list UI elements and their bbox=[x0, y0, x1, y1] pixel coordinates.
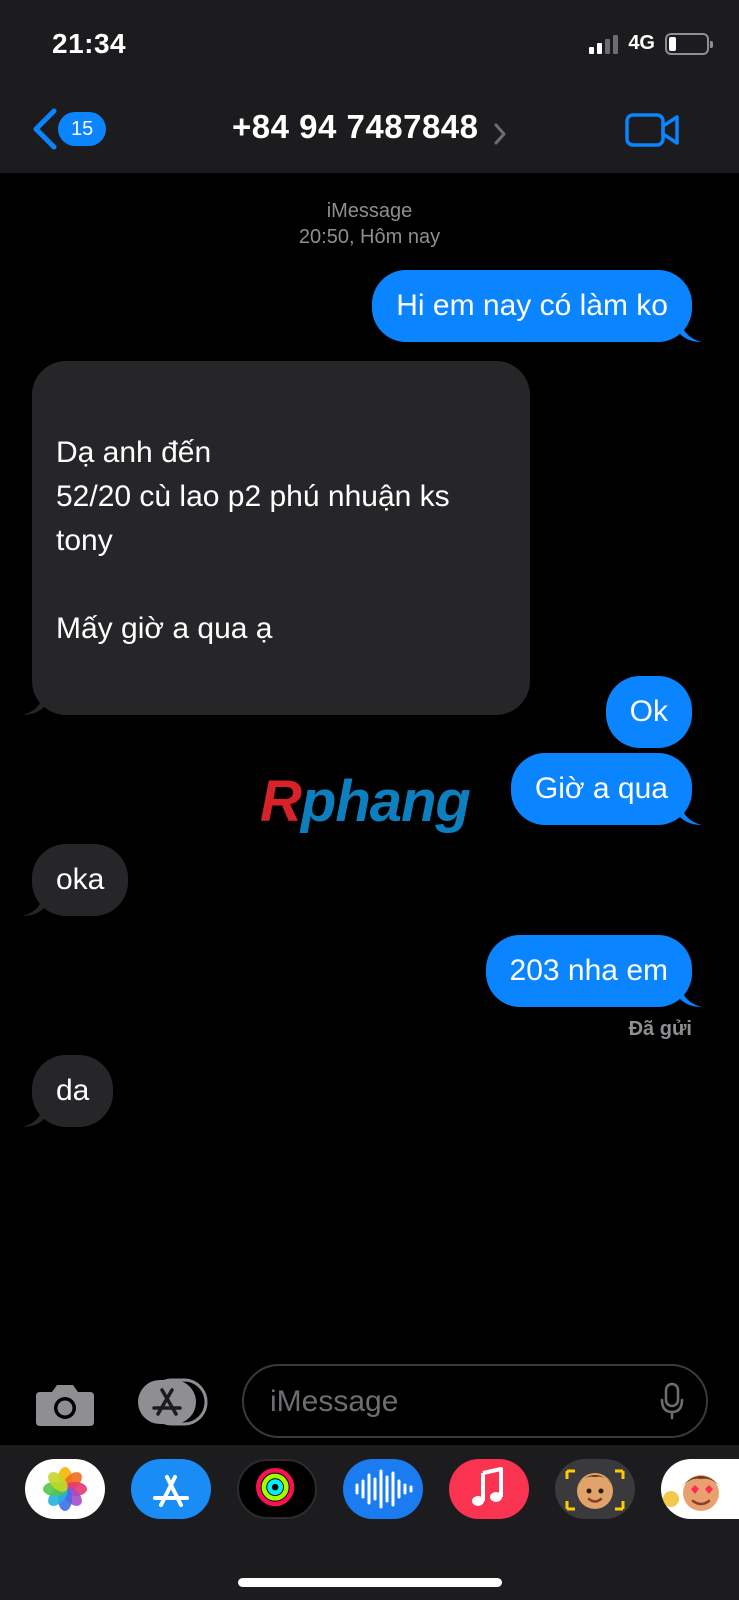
animoji-face-icon bbox=[663, 1475, 721, 1511]
watermark-part-2: phang bbox=[300, 769, 471, 834]
bubble-tail bbox=[680, 985, 702, 1007]
watermark-part-1: R bbox=[260, 769, 302, 834]
home-indicator[interactable] bbox=[238, 1578, 502, 1587]
signal-icon bbox=[589, 34, 619, 54]
activity-rings-icon bbox=[256, 1468, 295, 1507]
delivery-status: Đã gửi bbox=[628, 1018, 692, 1040]
microphone-icon[interactable] bbox=[660, 1382, 684, 1420]
outgoing-message[interactable]: Ok bbox=[605, 676, 692, 748]
message-text: Dạ anh đến 52/20 cù lao p2 phú nhuận ks … bbox=[56, 436, 450, 645]
contact-name: +84 94 7487848 bbox=[232, 108, 479, 145]
outgoing-message[interactable]: 203 nha em bbox=[485, 935, 702, 1007]
app-store-app-icon[interactable] bbox=[131, 1459, 211, 1519]
bubble-tail bbox=[22, 1105, 44, 1127]
music-app-icon[interactable] bbox=[449, 1459, 529, 1519]
bubble-tail bbox=[22, 693, 44, 715]
incoming-message[interactable]: oka bbox=[22, 844, 129, 916]
memoji-face-icon bbox=[565, 1469, 625, 1511]
message-text: Ok bbox=[629, 695, 668, 728]
bubble-tail bbox=[680, 320, 702, 342]
audio-message-app-icon[interactable] bbox=[343, 1459, 423, 1519]
status-time: 21:34 bbox=[52, 28, 127, 59]
message-text: 203 nha em bbox=[509, 954, 668, 987]
chevron-right-icon bbox=[494, 123, 506, 145]
animoji-app-icon[interactable] bbox=[661, 1459, 739, 1519]
music-note-icon bbox=[472, 1467, 503, 1506]
photos-app-icon[interactable] bbox=[25, 1459, 105, 1519]
network-type: 4G bbox=[628, 32, 655, 54]
incoming-message[interactable]: da bbox=[22, 1055, 114, 1127]
memoji-app-icon[interactable] bbox=[555, 1459, 635, 1519]
outgoing-message[interactable]: Giờ a qua bbox=[510, 753, 702, 825]
bubble-tail bbox=[22, 894, 44, 916]
incoming-message[interactable]: Dạ anh đến 52/20 cù lao p2 phú nhuận ks … bbox=[22, 361, 530, 715]
app-store-icon[interactable] bbox=[136, 1378, 210, 1426]
photos-flower-icon bbox=[43, 1467, 87, 1511]
bubble-tail bbox=[680, 803, 702, 825]
message-text: Giờ a qua bbox=[534, 772, 668, 805]
video-camera-icon[interactable] bbox=[625, 112, 679, 148]
camera-icon[interactable] bbox=[34, 1380, 96, 1428]
waveform-icon bbox=[355, 1469, 413, 1509]
watermark-logo: Rphang bbox=[260, 768, 471, 835]
status-indicators: 4G bbox=[589, 32, 713, 55]
battery-icon bbox=[665, 32, 713, 55]
thread-meta: iMessage 20:50, Hôm nay bbox=[0, 198, 739, 250]
service-label: iMessage bbox=[326, 200, 413, 222]
navigation-header: 21:34 4G 15 +84 94 7487848 bbox=[0, 0, 739, 173]
app-drawer bbox=[0, 1445, 739, 1600]
message-composer: iMessage bbox=[0, 1350, 739, 1450]
outgoing-message[interactable]: Hi em nay có làm ko bbox=[372, 270, 702, 342]
message-input-placeholder: iMessage bbox=[270, 1385, 399, 1418]
thread-timestamp: 20:50, Hôm nay bbox=[298, 226, 441, 248]
message-text: Hi em nay có làm ko bbox=[396, 289, 668, 322]
message-text: oka bbox=[56, 863, 105, 896]
message-text: da bbox=[56, 1074, 90, 1107]
activity-app-icon[interactable] bbox=[237, 1459, 317, 1519]
app-store-glyph-icon bbox=[153, 1475, 189, 1507]
message-input[interactable]: iMessage bbox=[242, 1364, 708, 1438]
